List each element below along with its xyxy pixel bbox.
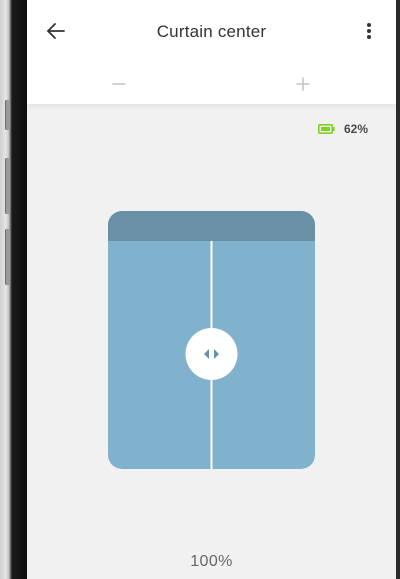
battery-status: 62% — [318, 122, 368, 136]
decrease-button[interactable] — [105, 70, 133, 98]
phone-bezel-right — [396, 0, 400, 579]
curtain-handle[interactable] — [185, 328, 238, 380]
battery-icon — [318, 124, 335, 134]
more-vertical-icon[interactable] — [360, 20, 378, 42]
battery-level: 62% — [344, 122, 369, 136]
minus-icon — [112, 83, 126, 85]
phone-side-button — [5, 100, 10, 130]
phone-volume-up-button — [5, 158, 10, 214]
device-frame: Curtain center 62% 100% — [0, 0, 400, 579]
curtain-position-value: 100% — [190, 553, 233, 570]
app-screen: Curtain center 62% 100% — [27, 0, 396, 579]
page-title: Curtain center — [156, 22, 267, 41]
curtain-control[interactable] — [108, 211, 315, 469]
curtain-rail — [108, 211, 315, 241]
increase-button[interactable] — [289, 70, 317, 98]
app-header: Curtain center — [27, 0, 396, 104]
phone-volume-down-button — [5, 229, 10, 285]
plus-icon — [296, 77, 310, 91]
phone-bezel-left — [0, 0, 27, 579]
